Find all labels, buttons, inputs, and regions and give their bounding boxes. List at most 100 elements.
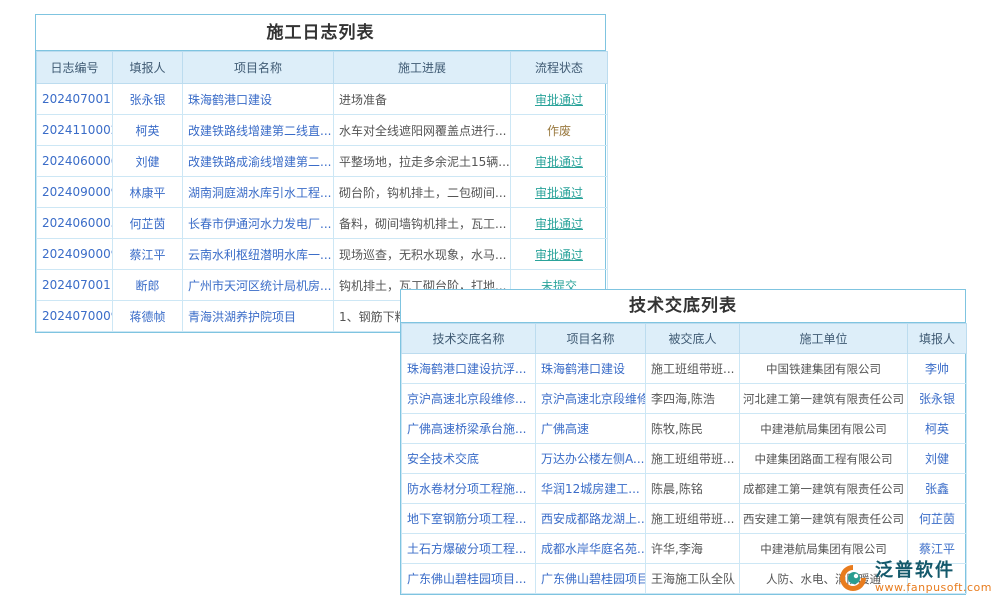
project-link[interactable]: 改建铁路成渝线增建第二... (183, 146, 334, 177)
project-link[interactable]: 长春市伊通河水力发电厂... (183, 208, 334, 239)
log-id-link[interactable]: 2024070011 (37, 84, 113, 115)
receiver-text: 王海施工队全队 (646, 564, 740, 594)
header-progress: 施工进展 (334, 52, 511, 84)
technical-disclosure-window: 技术交底列表 技术交底名称 项目名称 被交底人 施工单位 填报人 珠海鹤港口建设… (400, 289, 966, 595)
disclosure-name-link[interactable]: 广东佛山碧桂园项目... (402, 564, 536, 594)
disclosure-table-row[interactable]: 土石方爆破分项工程... 成都水岸华庭名苑... 许华,李海 中建港航局集团有限… (402, 534, 967, 564)
log-id-link[interactable]: 2024060006 (37, 146, 113, 177)
project-link[interactable]: 改建铁路线增建第二线直... (183, 115, 334, 146)
disclosure-name-link[interactable]: 防水卷材分项工程施... (402, 474, 536, 504)
reporter-link[interactable]: 李帅 (908, 354, 967, 384)
reporter-link[interactable]: 张永银 (908, 384, 967, 414)
header-workflow-status: 流程状态 (511, 52, 608, 84)
reporter-link[interactable]: 蔡江平 (908, 534, 967, 564)
project-link[interactable]: 珠海鹤港口建设 (183, 84, 334, 115)
project-link[interactable]: 广州市天河区统计局机房... (183, 270, 334, 301)
header-project-name: 项目名称 (183, 52, 334, 84)
progress-text: 备料，砌间墙钩机排土，瓦工... (334, 208, 511, 239)
header-disclosure-name: 技术交底名称 (402, 324, 536, 354)
project-link[interactable]: 青海洪湖养护院项目 (183, 301, 334, 332)
log-id-link[interactable]: 2024090009 (37, 239, 113, 270)
project-link[interactable]: 湖南洞庭湖水库引水工程... (183, 177, 334, 208)
reporter-link[interactable]: 柯英 (908, 414, 967, 444)
receiver-text: 施工班组带班... (646, 354, 740, 384)
log-table-row[interactable]: 2024060006 刘健 改建铁路成渝线增建第二... 平整场地，拉走多余泥土… (37, 146, 608, 177)
project-link[interactable]: 万达办公楼左侧A... (536, 444, 646, 474)
header-reporter: 填报人 (113, 52, 183, 84)
log-id-link[interactable]: 2024070009 (37, 301, 113, 332)
project-link[interactable]: 华润12城房建工... (536, 474, 646, 504)
reporter-link[interactable]: 何芷茵 (113, 208, 183, 239)
disclosure-table-row[interactable]: 安全技术交底 万达办公楼左侧A... 施工班组带班... 中建集团路面工程有限公… (402, 444, 967, 474)
log-id-link[interactable]: 2024060005 (37, 208, 113, 239)
progress-text: 平整场地，拉走多余泥土15辆... (334, 146, 511, 177)
log-id-link[interactable]: 2024090009 (37, 177, 113, 208)
unit-text: 中国铁建集团有限公司 (740, 354, 908, 384)
status-link[interactable]: 审批通过 (511, 208, 608, 239)
reporter-link[interactable]: 蔡江平 (113, 239, 183, 270)
receiver-text: 施工班组带班... (646, 444, 740, 474)
disclosure-name-link[interactable]: 土石方爆破分项工程... (402, 534, 536, 564)
progress-text: 砌台阶，钩机排土，二包砌间... (334, 177, 511, 208)
reporter-link[interactable]: 林康平 (113, 177, 183, 208)
header-construction-unit: 施工单位 (740, 324, 908, 354)
fanpu-watermark: 泛普软件 www.fanpusoft.com (837, 561, 992, 594)
status-link[interactable]: 审批通过 (511, 239, 608, 270)
header-reporter: 填报人 (908, 324, 967, 354)
progress-text: 水车对全线遮阳网覆盖点进行... (334, 115, 511, 146)
unit-text: 中建港航局集团有限公司 (740, 534, 908, 564)
log-table-row[interactable]: 2024090009 林康平 湖南洞庭湖水库引水工程... 砌台阶，钩机排土，二… (37, 177, 608, 208)
reporter-link[interactable]: 刘健 (908, 444, 967, 474)
disclosure-name-link[interactable]: 安全技术交底 (402, 444, 536, 474)
reporter-link[interactable]: 张永银 (113, 84, 183, 115)
disclosure-name-link[interactable]: 广佛高速桥梁承台施... (402, 414, 536, 444)
reporter-link[interactable]: 张鑫 (908, 474, 967, 504)
log-table-row[interactable]: 2024060005 何芷茵 长春市伊通河水力发电厂... 备料，砌间墙钩机排土… (37, 208, 608, 239)
unit-text: 中建集团路面工程有限公司 (740, 444, 908, 474)
unit-text: 河北建工第一建筑有限责任公司 (740, 384, 908, 414)
log-table-row[interactable]: 2024090009 蔡江平 云南水利枢纽潜明水库一... 现场巡查，无积水现象… (37, 239, 608, 270)
status-link[interactable]: 审批通过 (511, 146, 608, 177)
log-table-row[interactable]: 2024070011 张永银 珠海鹤港口建设 进场准备 审批通过 (37, 84, 608, 115)
receiver-text: 李四海,陈浩 (646, 384, 740, 414)
brand-url: www.fanpusoft.com (875, 581, 992, 594)
project-link[interactable]: 西安成都路龙湖上... (536, 504, 646, 534)
disclosure-name-link[interactable]: 珠海鹤港口建设抗浮... (402, 354, 536, 384)
unit-text: 成都建工第一建筑有限责任公司 (740, 474, 908, 504)
reporter-link[interactable]: 蒋德帧 (113, 301, 183, 332)
reporter-link[interactable]: 断郎 (113, 270, 183, 301)
disclosure-name-link[interactable]: 地下室钢筋分项工程... (402, 504, 536, 534)
header-project-name: 项目名称 (536, 324, 646, 354)
project-link[interactable]: 云南水利枢纽潜明水库一... (183, 239, 334, 270)
header-receiver: 被交底人 (646, 324, 740, 354)
log-id-link[interactable]: 2024070011 (37, 270, 113, 301)
reporter-link[interactable]: 刘健 (113, 146, 183, 177)
status-link[interactable]: 审批通过 (511, 177, 608, 208)
receiver-text: 陈牧,陈民 (646, 414, 740, 444)
project-link[interactable]: 广佛高速 (536, 414, 646, 444)
fanpu-logo-icon (837, 562, 869, 594)
project-link[interactable]: 广东佛山碧桂园项目 (536, 564, 646, 594)
project-link[interactable]: 成都水岸华庭名苑... (536, 534, 646, 564)
header-log-id: 日志编号 (37, 52, 113, 84)
project-link[interactable]: 京沪高速北京段维修 (536, 384, 646, 414)
receiver-text: 施工班组带班... (646, 504, 740, 534)
disclosure-header-row: 技术交底名称 项目名称 被交底人 施工单位 填报人 (402, 324, 967, 354)
status-text: 作废 (511, 115, 608, 146)
disclosure-table-row[interactable]: 地下室钢筋分项工程... 西安成都路龙湖上... 施工班组带班... 西安建工第… (402, 504, 967, 534)
disclosure-table-row[interactable]: 珠海鹤港口建设抗浮... 珠海鹤港口建设 施工班组带班... 中国铁建集团有限公… (402, 354, 967, 384)
construction-log-window: 施工日志列表 日志编号 填报人 项目名称 施工进展 流程状态 202407001… (35, 14, 606, 333)
project-link[interactable]: 珠海鹤港口建设 (536, 354, 646, 384)
unit-text: 中建港航局集团有限公司 (740, 414, 908, 444)
construction-log-title: 施工日志列表 (36, 15, 605, 51)
log-table-row[interactable]: 2024110002 柯英 改建铁路线增建第二线直... 水车对全线遮阳网覆盖点… (37, 115, 608, 146)
disclosure-table-row[interactable]: 广佛高速桥梁承台施... 广佛高速 陈牧,陈民 中建港航局集团有限公司 柯英 (402, 414, 967, 444)
reporter-link[interactable]: 柯英 (113, 115, 183, 146)
reporter-link[interactable]: 何芷茵 (908, 504, 967, 534)
disclosure-table-row[interactable]: 防水卷材分项工程施... 华润12城房建工... 陈晨,陈铭 成都建工第一建筑有… (402, 474, 967, 504)
disclosure-name-link[interactable]: 京沪高速北京段维修... (402, 384, 536, 414)
log-id-link[interactable]: 2024110002 (37, 115, 113, 146)
status-link[interactable]: 审批通过 (511, 84, 608, 115)
technical-disclosure-title: 技术交底列表 (401, 290, 965, 323)
disclosure-table-row[interactable]: 京沪高速北京段维修... 京沪高速北京段维修 李四海,陈浩 河北建工第一建筑有限… (402, 384, 967, 414)
